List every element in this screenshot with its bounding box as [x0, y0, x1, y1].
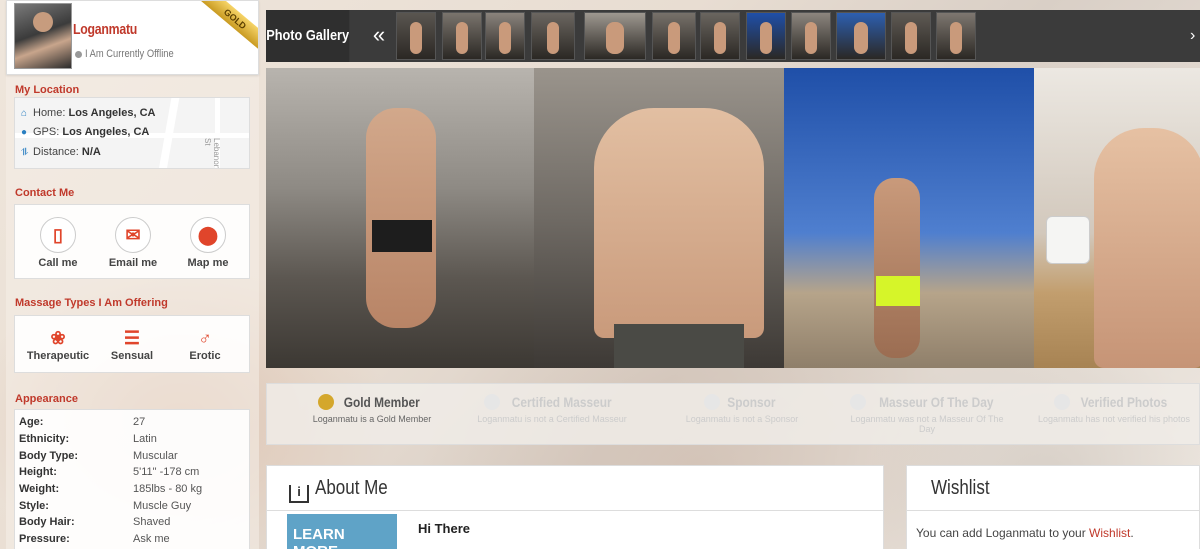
email-icon: ✉ — [115, 217, 151, 253]
badge-certified-masseur[interactable]: Certified Masseur Loganmatu is not a Cer… — [467, 394, 637, 424]
gallery-photos — [266, 68, 1200, 368]
learn-more-banner[interactable]: LEARN MORE — [287, 514, 397, 549]
location-title: My Location — [15, 84, 80, 96]
male-symbol-icon: ♂ — [198, 328, 212, 348]
sponsor-icon — [704, 394, 721, 410]
gallery-next-button[interactable]: › — [1190, 10, 1200, 62]
appearance-title: Appearance — [15, 393, 78, 405]
gallery-thumbnail[interactable] — [396, 12, 436, 60]
certificate-icon — [483, 394, 500, 410]
massage-erotic[interactable]: ♂ Erotic — [175, 328, 235, 362]
photo-gallery-bar: Photo Gallery « › — [266, 10, 1200, 62]
contact-title: Contact Me — [15, 187, 75, 199]
gallery-thumbnail[interactable] — [652, 12, 696, 60]
gallery-photo[interactable] — [266, 68, 534, 368]
gallery-thumbnail[interactable] — [442, 12, 482, 60]
gallery-thumbnail[interactable] — [746, 12, 786, 60]
massage-therapeutic[interactable]: ❀ Therapeutic — [23, 328, 93, 362]
about-me-header: i About Me — [267, 466, 883, 511]
contact-box: ▯ Call me ✉ Email me ⬤ Map me — [14, 204, 250, 279]
map-pin-icon: ● — [21, 127, 28, 138]
gallery-prev-button[interactable]: « — [366, 10, 392, 62]
map-pin-icon: ⬤ — [190, 217, 226, 253]
badge-masseur-of-the-day[interactable]: Masseur Of The Day Loganmatu was not a M… — [842, 394, 1012, 434]
call-me-button[interactable]: ▯ Call me — [33, 217, 83, 269]
massage-types-box: ❀ Therapeutic ☰ Sensual ♂ Erotic — [14, 315, 250, 373]
gallery-thumbnail[interactable] — [791, 12, 831, 60]
gallery-thumbnail[interactable] — [700, 12, 740, 60]
verified-icon — [1053, 394, 1070, 410]
gallery-title: Photo Gallery — [266, 10, 350, 62]
home-icon: ⌂ — [21, 108, 28, 119]
person-icon — [850, 394, 867, 410]
gps-location: ● GPS: Los Angeles, CA — [21, 126, 150, 138]
gallery-thumbnail[interactable] — [584, 12, 646, 60]
gallery-thumbnail[interactable] — [891, 12, 931, 60]
phone-icon: ▯ — [40, 217, 76, 253]
appearance-box: Age: 27 Ethnicity: Latin Body Type: Muscula… — [14, 409, 250, 549]
gallery-thumbnail[interactable] — [531, 12, 575, 60]
about-me-panel: iAbout Me LEARN MORE Hi There — [266, 465, 884, 549]
massage-types-title: Massage Types I Am Offering — [15, 297, 168, 309]
distance: ⥮ Distance: N/A — [21, 146, 101, 158]
badge-gold-member[interactable]: Gold Member Loganmatu is a Gold Member — [287, 394, 457, 424]
badge-verified-photos[interactable]: Verified Photos Loganmatu has not verifi… — [1029, 394, 1199, 424]
home-location: ⌂ Home: Los Angeles, CA — [21, 107, 156, 119]
member-badges: Gold Member Loganmatu is a Gold Member C… — [266, 383, 1200, 445]
map-street-label: Lebanon St — [203, 138, 221, 169]
info-icon: i — [289, 485, 309, 503]
wishlist-panel: Wishlist You can add Loganmatu to your W… — [906, 465, 1200, 549]
gallery-photo[interactable] — [534, 68, 784, 368]
about-greeting: Hi There — [418, 521, 471, 536]
stones-icon: ☰ — [123, 328, 141, 348]
gallery-thumbnail[interactable] — [936, 12, 976, 60]
road-icon: ⥮ — [21, 147, 29, 158]
wishlist-text: You can add Loganmatu to your Wishlist. — [916, 526, 1134, 540]
map-me-button[interactable]: ⬤ Map me — [183, 217, 233, 269]
email-me-button[interactable]: ✉ Email me — [105, 217, 161, 269]
badge-sponsor[interactable]: Sponsor Loganmatu is not a Sponsor — [657, 394, 827, 424]
massage-sensual[interactable]: ☰ Sensual — [99, 328, 165, 362]
gallery-thumbnail[interactable] — [485, 12, 525, 60]
wishlist-header: Wishlist — [907, 466, 1199, 511]
gallery-photo[interactable] — [784, 68, 1034, 368]
gallery-photo[interactable] — [1034, 68, 1200, 368]
location-map[interactable]: ⌂ Home: Los Angeles, CA ● GPS: Los Angeles… — [14, 97, 250, 169]
lotus-icon: ❀ — [50, 328, 66, 348]
wishlist-link[interactable]: Wishlist — [1089, 526, 1130, 540]
gallery-thumbnail[interactable] — [836, 12, 886, 60]
gold-medal-icon — [317, 394, 334, 410]
